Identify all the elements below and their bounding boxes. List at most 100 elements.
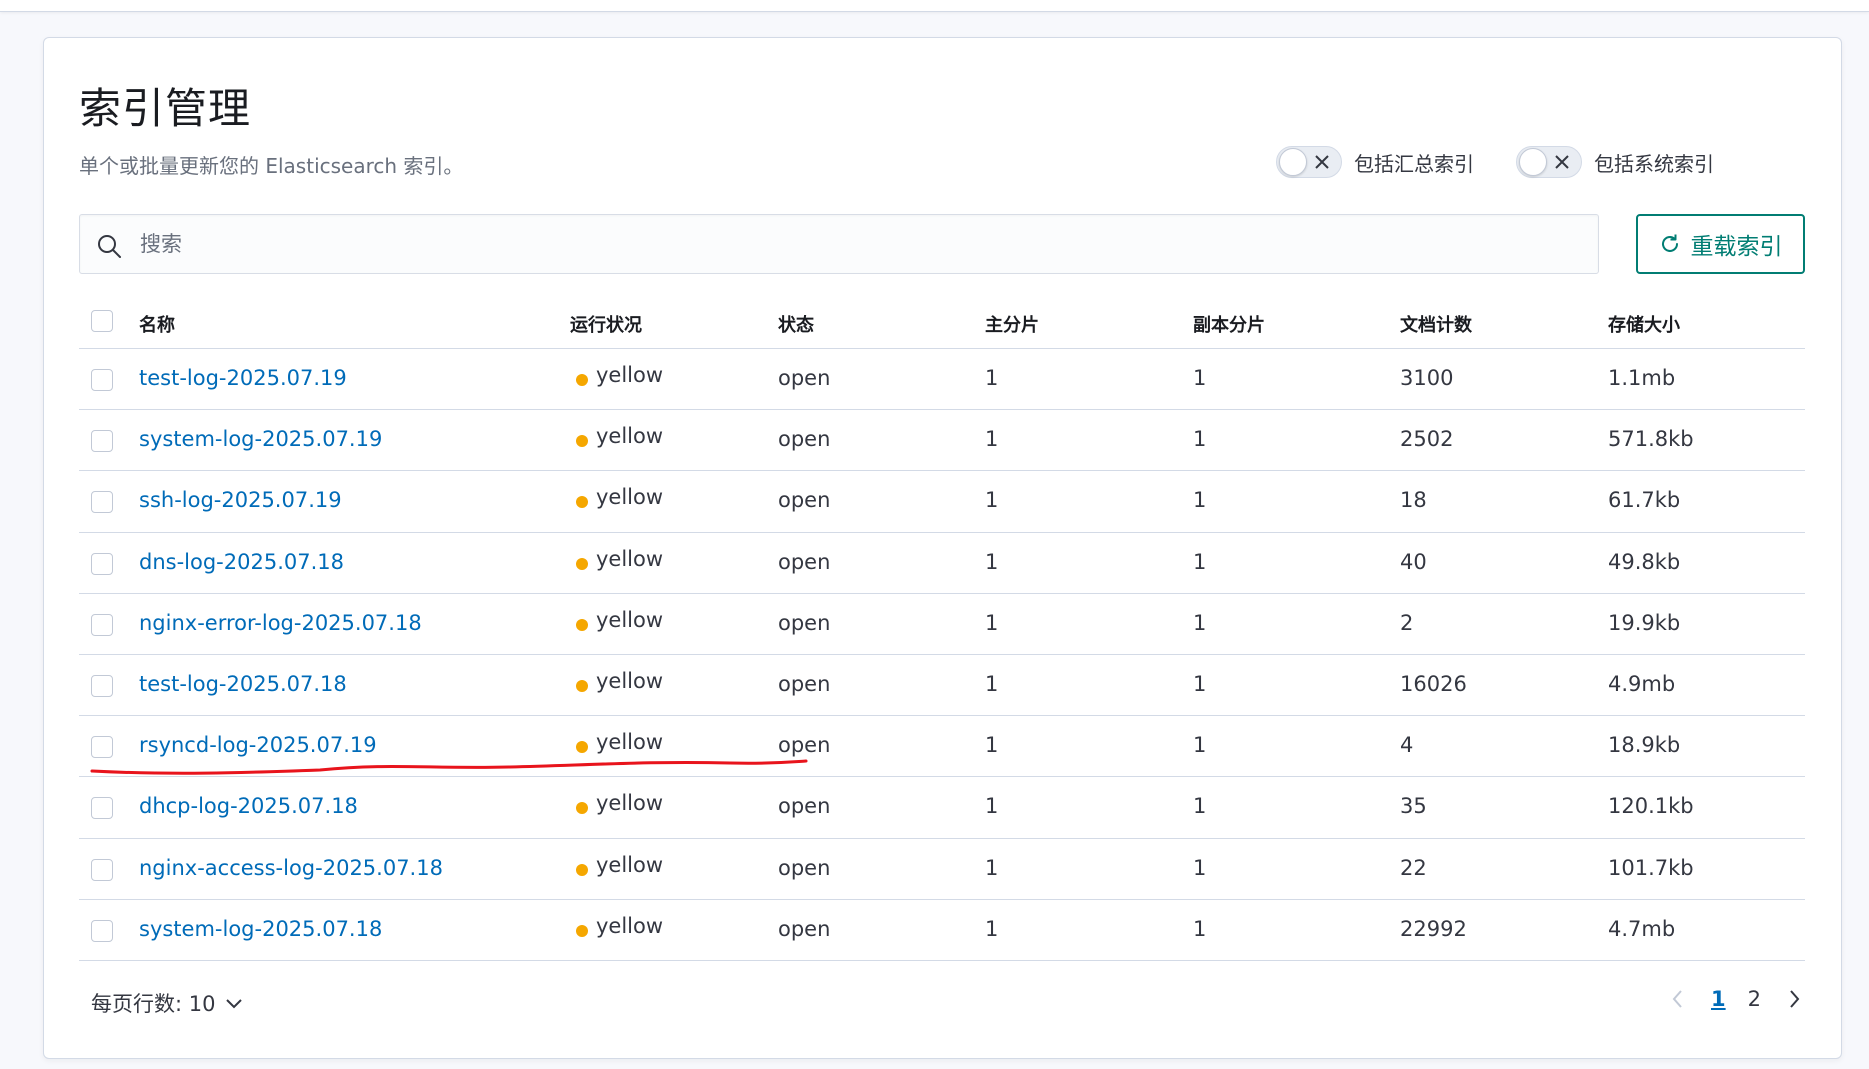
chevron-right-icon[interactable] <box>1783 986 1805 1012</box>
x-icon <box>1555 155 1569 169</box>
rows-per-page-label: 每页行数: 10 <box>91 992 216 1016</box>
docs-count-value: 4 <box>1400 733 1414 758</box>
toggle-include-system[interactable]: 包括系统索引 <box>1516 145 1714 179</box>
primary-shards-value: 1 <box>985 855 999 880</box>
column-header-docs[interactable]: 文档计数 <box>1400 311 1472 337</box>
index-name-link[interactable]: rsyncd-log-2025.07.19 <box>139 733 377 757</box>
replica-shards-value: 1 <box>1193 427 1207 452</box>
status-value: open <box>778 549 831 574</box>
toggle-include-rollup[interactable]: 包括汇总索引 <box>1276 145 1474 179</box>
health-status-dot <box>576 679 588 692</box>
rollup-switch[interactable] <box>1276 146 1342 178</box>
row-checkbox[interactable] <box>91 919 113 942</box>
table-row: system-log-2025.07.18 yellow open 1 1 22992 4.… <box>79 900 1805 961</box>
index-name-link[interactable]: nginx-access-log-2025.07.18 <box>139 856 443 880</box>
primary-shards-value: 1 <box>985 366 999 390</box>
chevron-down-icon <box>226 999 243 1009</box>
health-status-dot <box>576 802 588 815</box>
system-switch[interactable] <box>1516 146 1582 178</box>
search-field[interactable] <box>79 214 1599 274</box>
docs-count-value: 35 <box>1400 794 1427 819</box>
health-status-dot <box>576 557 588 570</box>
page-title: 索引管理 <box>79 84 252 133</box>
index-name-link[interactable]: dhcp-log-2025.07.18 <box>139 794 358 818</box>
docs-count-value: 2502 <box>1400 427 1454 452</box>
health-value: yellow <box>596 424 664 449</box>
rows-per-page-selector[interactable]: 每页行数: 10 <box>91 988 245 1018</box>
docs-count-value: 2 <box>1400 610 1414 635</box>
reload-indices-button[interactable]: 重载索引 <box>1636 214 1805 274</box>
column-header-primary[interactable]: 主分片 <box>985 311 1039 337</box>
status-value: open <box>778 427 831 452</box>
row-checkbox[interactable] <box>91 858 113 881</box>
column-header-replica[interactable]: 副本分片 <box>1193 311 1265 337</box>
status-value: open <box>778 671 831 696</box>
table-body: test-log-2025.07.19 yellow open 1 1 3100 1.1mb… <box>79 349 1805 961</box>
search-input[interactable] <box>138 223 1578 265</box>
table-header: 名称 运行状况 状态 主分片 副本分片 文档计数 存储大小 <box>79 293 1805 349</box>
column-header-name[interactable]: 名称 <box>139 311 175 337</box>
primary-shards-value: 1 <box>985 427 999 452</box>
select-all-checkbox[interactable] <box>91 310 113 332</box>
primary-shards-value: 1 <box>985 671 999 696</box>
status-value: open <box>778 733 831 758</box>
index-name-link[interactable]: dns-log-2025.07.18 <box>139 550 344 574</box>
health-status-dot <box>576 496 588 509</box>
docs-count-value: 16026 <box>1400 671 1467 696</box>
index-name-link[interactable]: nginx-error-log-2025.07.18 <box>139 611 422 635</box>
column-header-size[interactable]: 存储大小 <box>1608 311 1680 337</box>
replica-shards-value: 1 <box>1193 366 1207 390</box>
toggle-label: 包括汇总索引 <box>1354 151 1474 176</box>
replica-shards-value: 1 <box>1193 671 1207 696</box>
chevron-left-icon[interactable] <box>1667 986 1689 1012</box>
switch-knob <box>1519 148 1547 176</box>
page-button-1[interactable]: 1 <box>1711 987 1726 1011</box>
docs-count-value: 40 <box>1400 549 1427 574</box>
column-header-health[interactable]: 运行状况 <box>570 311 642 337</box>
row-checkbox[interactable] <box>91 369 113 391</box>
status-value: open <box>778 794 831 819</box>
x-icon <box>1315 155 1329 169</box>
row-checkbox[interactable] <box>91 736 113 759</box>
health-value: yellow <box>596 668 664 693</box>
index-name-link[interactable]: test-log-2025.07.18 <box>139 672 347 696</box>
row-checkbox[interactable] <box>91 613 113 636</box>
status-value: open <box>778 610 831 635</box>
storage-size-value: 49.8kb <box>1608 549 1681 574</box>
table-row: nginx-error-log-2025.07.18 yellow open 1 1 2 1… <box>79 594 1805 655</box>
storage-size-value: 61.7kb <box>1608 488 1681 513</box>
replica-shards-value: 1 <box>1193 794 1207 819</box>
index-name-link[interactable]: system-log-2025.07.18 <box>139 917 382 941</box>
status-value: open <box>778 855 831 880</box>
health-value: yellow <box>596 730 664 755</box>
health-value: yellow <box>596 363 664 387</box>
table-row: dhcp-log-2025.07.18 yellow open 1 1 35 120.1kb <box>79 777 1805 839</box>
index-name-link[interactable]: ssh-log-2025.07.19 <box>139 488 342 512</box>
replica-shards-value: 1 <box>1193 610 1207 635</box>
primary-shards-value: 1 <box>985 916 999 941</box>
page-button-2[interactable]: 2 <box>1748 987 1761 1011</box>
health-status-dot <box>576 374 588 386</box>
replica-shards-value: 1 <box>1193 488 1207 513</box>
row-checkbox[interactable] <box>91 491 113 514</box>
health-status-dot <box>576 618 588 631</box>
row-checkbox[interactable] <box>91 797 113 820</box>
health-value: yellow <box>596 607 664 632</box>
storage-size-value: 120.1kb <box>1608 794 1694 819</box>
row-checkbox[interactable] <box>91 430 113 453</box>
index-name-link[interactable]: system-log-2025.07.19 <box>139 427 382 451</box>
table-row: system-log-2025.07.19 yellow open 1 1 2502 571… <box>79 410 1805 472</box>
table-row: nginx-access-log-2025.07.18 yellow open 1 1 2… <box>79 839 1805 900</box>
refresh-icon <box>1661 234 1678 252</box>
row-checkbox[interactable] <box>91 552 113 575</box>
replica-shards-value: 1 <box>1193 855 1207 880</box>
health-value: yellow <box>596 546 664 571</box>
health-value: yellow <box>596 852 664 877</box>
column-header-status[interactable]: 状态 <box>778 311 814 337</box>
docs-count-value: 18 <box>1400 488 1427 513</box>
status-value: open <box>778 488 831 513</box>
row-checkbox[interactable] <box>91 674 113 697</box>
index-name-link[interactable]: test-log-2025.07.19 <box>139 366 347 390</box>
docs-count-value: 3100 <box>1400 366 1454 390</box>
storage-size-value: 19.9kb <box>1608 610 1681 635</box>
